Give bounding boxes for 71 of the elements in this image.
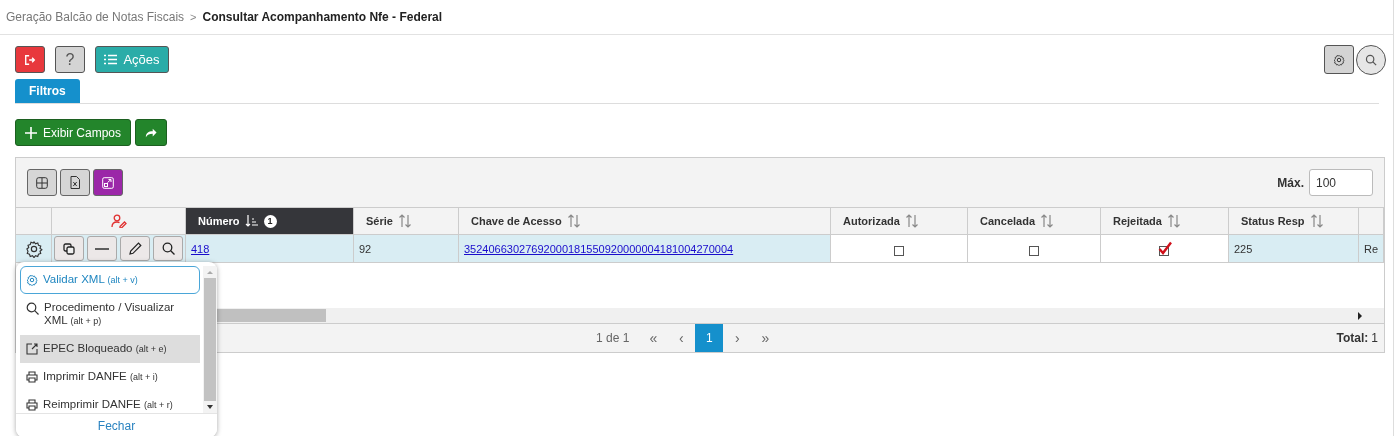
user-edit-icon[interactable] — [110, 214, 127, 228]
show-fields-button[interactable]: Exibir Campos — [15, 119, 132, 146]
settings-button[interactable] — [1324, 45, 1354, 74]
table-link[interactable]: 418 — [191, 242, 210, 255]
menu-item[interactable]: Procedimento / Visualizar XML (alt + p) — [20, 294, 200, 335]
menu-item[interactable]: Validar XML (alt + v) — [20, 266, 200, 294]
help-button[interactable]: ? — [55, 46, 85, 73]
pencil-icon — [128, 242, 142, 255]
plus-icon — [25, 126, 37, 139]
page-summary: 1 de 1 — [596, 331, 630, 345]
first-page-button[interactable]: « — [639, 324, 668, 352]
spreadsheet-file-icon — [70, 176, 80, 189]
grid-icon — [36, 176, 48, 189]
menu-item-label: EPEC Bloqueado (alt + e) — [43, 342, 167, 356]
table-cell: 92 — [359, 242, 372, 255]
page-title: Consultar Acompanhamento Nfe - Federal — [202, 10, 443, 24]
view-button[interactable] — [153, 236, 183, 261]
external-link-icon — [26, 343, 38, 355]
expand-button[interactable] — [93, 169, 123, 196]
printer-icon — [26, 399, 38, 411]
duplicate-button[interactable] — [54, 236, 84, 261]
vertical-scrollbar[interactable] — [203, 266, 217, 413]
max-rows-field[interactable]: 100 — [1309, 169, 1373, 196]
column-header[interactable]: Número 1 — [186, 208, 354, 235]
page-button[interactable]: 1 — [695, 324, 724, 352]
search-icon — [1365, 52, 1377, 67]
breadcrumb-separator: > — [190, 11, 197, 23]
total-label: Total: — [1336, 331, 1369, 345]
copy-icon — [63, 242, 75, 255]
sort-order-badge: 1 — [263, 214, 277, 228]
menu-item-label: Procedimento / Visualizar XML (alt + p) — [44, 301, 176, 328]
column-header[interactable]: Série — [354, 208, 459, 235]
export-excel-button[interactable] — [60, 169, 90, 196]
search-icon — [26, 302, 39, 315]
exit-button[interactable] — [15, 46, 45, 73]
menu-item[interactable]: Imprimir DANFE (alt + i) — [20, 363, 200, 391]
table-cell: Re — [1364, 242, 1379, 255]
printer-icon — [26, 371, 38, 383]
checkbox[interactable] — [1157, 240, 1172, 257]
menu-item-label: Validar XML (alt + v) — [43, 273, 138, 287]
search-icon — [161, 242, 175, 255]
last-page-button[interactable]: » — [751, 324, 780, 352]
max-label: Máx. — [1277, 175, 1304, 190]
list-icon — [104, 54, 118, 65]
breadcrumb-link[interactable]: Geração Balcão de Notas Fiscais — [6, 10, 185, 24]
close-button[interactable]: Fechar — [16, 413, 217, 436]
column-header[interactable]: Chave de Acesso — [459, 208, 831, 235]
share-button[interactable] — [135, 119, 168, 146]
remove-button[interactable] — [87, 236, 117, 261]
menu-item[interactable]: EPEC Bloqueado (alt + e) — [20, 335, 200, 363]
column-header[interactable]: Rejeitada — [1101, 208, 1229, 235]
share-arrow-icon — [145, 126, 158, 139]
exit-icon — [24, 52, 36, 67]
edit-button[interactable] — [120, 236, 150, 261]
minus-icon — [95, 247, 109, 250]
menu-item-label: Imprimir DANFE (alt + i) — [43, 370, 158, 384]
column-header[interactable]: Autorizada — [831, 208, 968, 235]
column-header[interactable]: Cancelada — [968, 208, 1101, 235]
layout-button[interactable] — [27, 169, 57, 196]
settings-icon — [1333, 53, 1345, 66]
gear-icon — [26, 274, 38, 286]
previous-page-button[interactable]: ‹ — [667, 324, 696, 352]
table-cell: 225 — [1234, 242, 1253, 255]
expand-icon — [102, 176, 114, 189]
filters-tab[interactable]: Filtros — [15, 79, 80, 103]
next-page-button[interactable]: › — [723, 324, 752, 352]
search-button[interactable] — [1356, 44, 1386, 75]
menu-item-label: Reimprimir DANFE (alt + r) — [43, 398, 173, 412]
total-value: 1 — [1371, 331, 1378, 345]
column-header[interactable]: Status Resp — [1229, 208, 1359, 235]
row-settings-icon[interactable] — [24, 239, 43, 258]
